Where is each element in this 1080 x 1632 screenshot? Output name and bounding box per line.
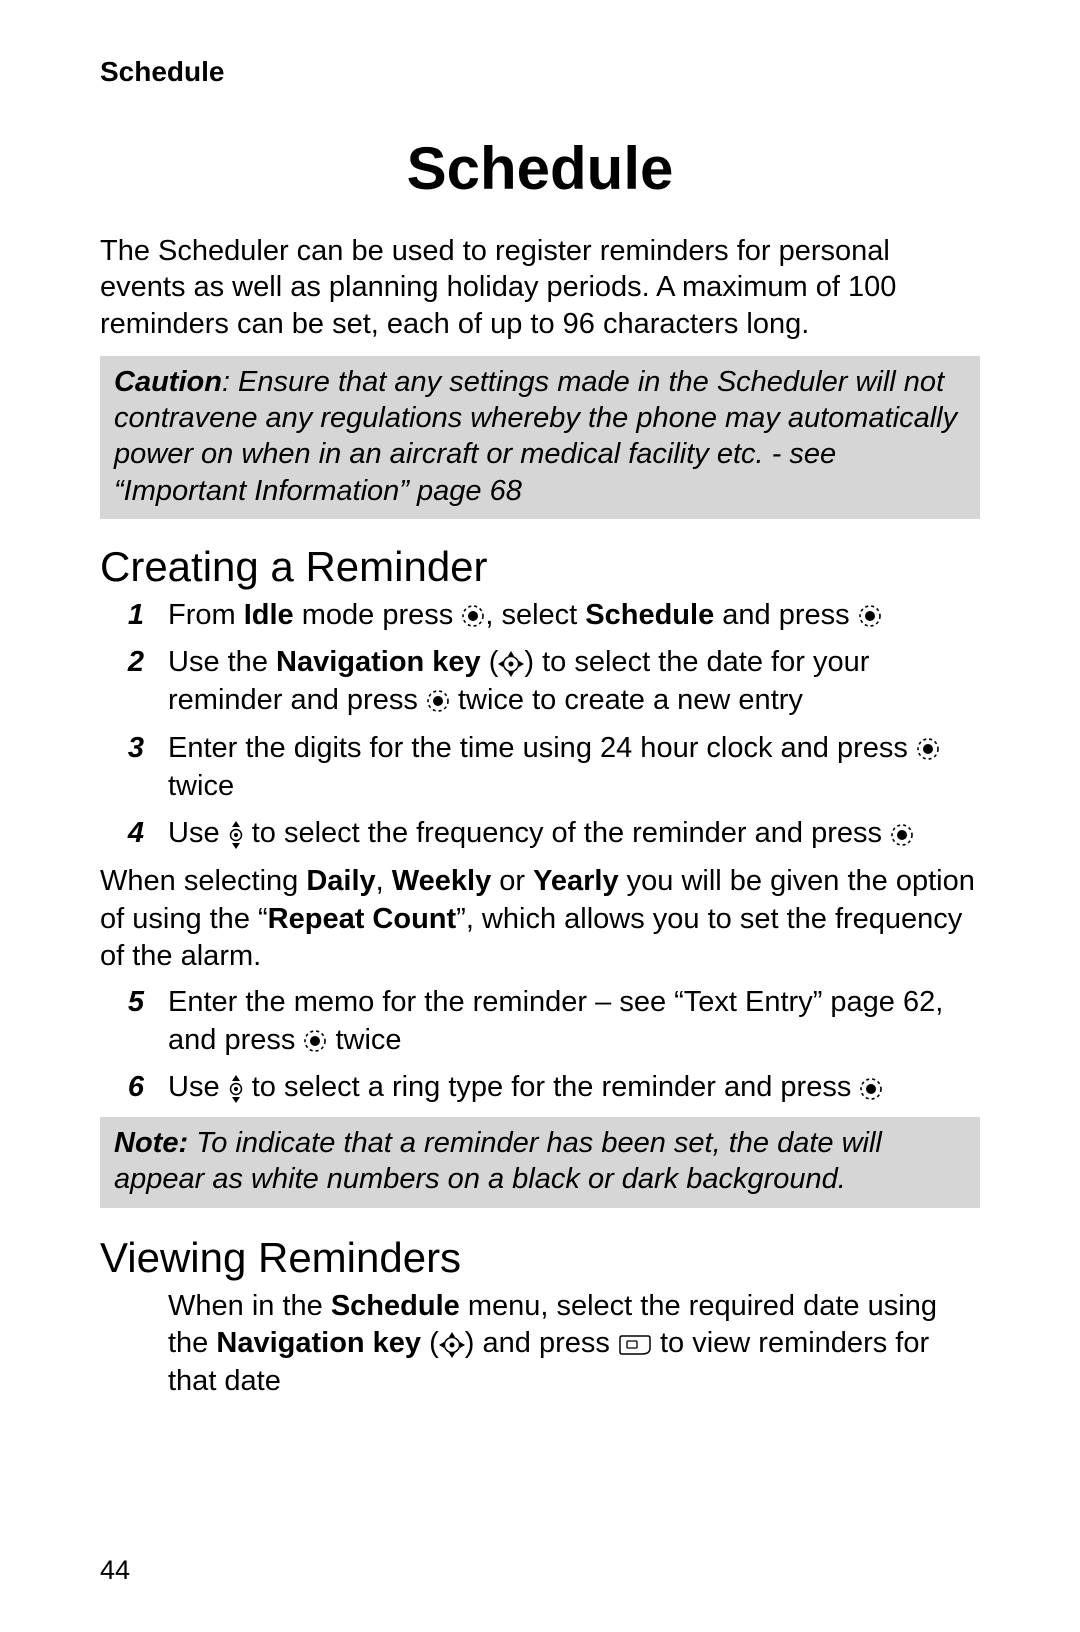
step-4: 4 Use to select the frequency of the rem…: [100, 815, 980, 853]
step-text: to select the frequency of the reminder …: [244, 817, 890, 849]
note-body: To indicate that a reminder has been set…: [114, 1127, 882, 1195]
step-text: Use the: [168, 646, 276, 678]
navigation-key-icon: [439, 1332, 465, 1358]
step-text: to select a ring type for the reminder a…: [244, 1071, 860, 1103]
step-text: (: [481, 646, 499, 678]
viewing-text: ) and press: [465, 1327, 618, 1359]
mid-bold: Repeat Count: [268, 903, 457, 935]
center-key-icon: [426, 689, 450, 713]
step-body: From Idle mode press , select Schedule a…: [168, 597, 980, 635]
step-number: 3: [100, 730, 168, 805]
section-heading-creating: Creating a Reminder: [100, 543, 980, 591]
viewing-bold: Navigation key: [216, 1327, 421, 1359]
mid-paragraph: When selecting Daily, Weekly or Yearly y…: [100, 863, 980, 976]
step-text: mode press: [294, 599, 462, 631]
running-header: Schedule: [100, 56, 980, 88]
viewing-text: When in the: [168, 1290, 331, 1322]
step-6: 6 Use to select a ring type for the remi…: [100, 1069, 980, 1107]
step-number: 4: [100, 815, 168, 853]
chapter-title: Schedule: [100, 134, 980, 203]
navigation-key-icon: [498, 651, 524, 677]
step-number: 6: [100, 1069, 168, 1107]
center-key-icon: [916, 737, 940, 761]
step-body: Use the Navigation key () to select the …: [168, 644, 980, 719]
step-text: Use: [168, 1071, 228, 1103]
step-number: 2: [100, 644, 168, 719]
step-2: 2 Use the Navigation key () to select th…: [100, 644, 980, 719]
step-bold: Idle: [244, 599, 294, 631]
step-text: Enter the digits for the time using 24 h…: [168, 732, 916, 764]
step-bold: Schedule: [585, 599, 714, 631]
step-text: From: [168, 599, 244, 631]
mid-text: When selecting: [100, 865, 306, 897]
caution-box: Caution: Ensure that any settings made i…: [100, 356, 980, 519]
viewing-bold: Schedule: [331, 1290, 460, 1322]
up-down-key-icon: [228, 821, 244, 849]
viewing-body: When in the Schedule menu, select the re…: [168, 1288, 980, 1401]
center-key-icon: [859, 1077, 883, 1101]
step-text: twice: [327, 1024, 401, 1056]
section-heading-viewing: Viewing Reminders: [100, 1234, 980, 1282]
steps-list-2: 5 Enter the memo for the reminder – see …: [100, 984, 980, 1107]
step-text: and press: [714, 599, 857, 631]
step-body: Use to select a ring type for the remind…: [168, 1069, 980, 1107]
center-key-icon: [461, 604, 485, 628]
mid-text: ,: [376, 865, 392, 897]
center-key-icon: [858, 604, 882, 628]
center-key-icon: [303, 1029, 327, 1053]
intro-paragraph: The Scheduler can be used to register re…: [100, 233, 980, 342]
step-number: 1: [100, 597, 168, 635]
step-text: twice to create a new entry: [450, 684, 803, 716]
viewing-text: (: [421, 1327, 439, 1359]
page-number: 44: [100, 1555, 130, 1586]
note-label: Note:: [114, 1127, 188, 1159]
step-number: 5: [100, 984, 168, 1059]
step-body: Use to select the frequency of the remin…: [168, 815, 980, 853]
up-down-key-icon: [228, 1075, 244, 1103]
step-text: , select: [485, 599, 585, 631]
step-3: 3 Enter the digits for the time using 24…: [100, 730, 980, 805]
step-5: 5 Enter the memo for the reminder – see …: [100, 984, 980, 1059]
steps-list-1: 1 From Idle mode press , select Schedule…: [100, 597, 980, 853]
step-1: 1 From Idle mode press , select Schedule…: [100, 597, 980, 635]
mid-bold: Yearly: [533, 865, 618, 897]
step-bold: Navigation key: [276, 646, 481, 678]
step-text: Enter the memo for the reminder – see “T…: [168, 986, 943, 1056]
step-body: Enter the memo for the reminder – see “T…: [168, 984, 980, 1059]
mid-bold: Weekly: [392, 865, 491, 897]
center-key-icon: [890, 823, 914, 847]
manual-page: Schedule Schedule The Scheduler can be u…: [0, 0, 1080, 1632]
step-body: Enter the digits for the time using 24 h…: [168, 730, 980, 805]
caution-label: Caution: [114, 366, 222, 398]
step-text: twice: [168, 770, 234, 802]
mid-text: or: [491, 865, 533, 897]
step-text: Use: [168, 817, 228, 849]
caution-body: : Ensure that any settings made in the S…: [114, 366, 957, 507]
note-box: Note: To indicate that a reminder has be…: [100, 1117, 980, 1208]
mid-bold: Daily: [306, 865, 375, 897]
softkey-icon: [618, 1334, 652, 1356]
